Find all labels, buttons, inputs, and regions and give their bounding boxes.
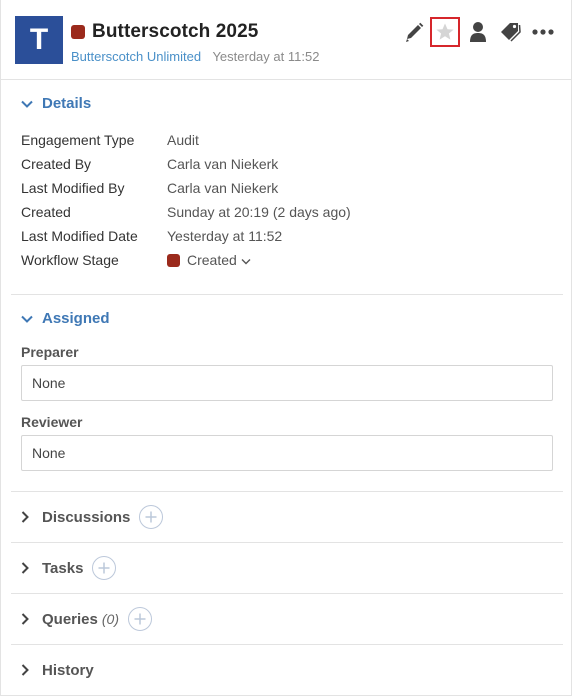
queries-count: (0) — [101, 611, 119, 627]
assigned-heading: Assigned — [42, 310, 110, 327]
add-discussion-button[interactable] — [139, 505, 164, 529]
engagement-header: T Butterscotch 2025 Butterscotch Unlimit… — [1, 0, 571, 80]
modified-timestamp: Yesterday at 11:52 — [212, 49, 320, 64]
divider — [11, 644, 563, 645]
details-heading: Details — [42, 95, 92, 112]
more-icon — [532, 29, 554, 35]
tag-icon — [501, 23, 521, 42]
more-options-button[interactable] — [528, 17, 558, 47]
detail-label: Workflow Stage — [21, 252, 119, 268]
assigned-section-toggle[interactable]: Assigned — [21, 310, 110, 327]
reviewer-field[interactable]: None — [21, 435, 553, 471]
detail-row-created: Created Sunday at 20:19 (2 days ago) — [21, 202, 351, 222]
assign-user-button[interactable] — [463, 17, 493, 47]
detail-value: Carla van Niekerk — [167, 156, 279, 172]
divider — [11, 294, 563, 295]
history-section-toggle[interactable]: History — [21, 659, 94, 681]
add-query-button[interactable] — [128, 607, 152, 631]
workflow-stage-dropdown[interactable]: Created — [167, 252, 251, 268]
queries-heading: Queries — [42, 610, 98, 628]
chevron-right-icon — [21, 664, 35, 676]
detail-value: Yesterday at 11:52 — [167, 228, 283, 244]
detail-row-engagement-type: Engagement Type Audit — [21, 130, 199, 150]
detail-label: Created — [21, 204, 71, 220]
detail-row-last-modified-by: Last Modified By Carla van Niekerk — [21, 178, 278, 198]
plus-icon — [145, 511, 157, 523]
detail-row-workflow-stage: Workflow Stage Created — [21, 250, 251, 270]
detail-label: Engagement Type — [21, 132, 135, 148]
plus-icon — [98, 562, 110, 574]
tag-button[interactable] — [495, 17, 525, 47]
tasks-heading: Tasks — [42, 559, 84, 577]
pencil-icon — [406, 22, 424, 42]
detail-value: Sunday at 20:19 (2 days ago) — [167, 204, 351, 220]
chevron-right-icon — [21, 562, 35, 574]
detail-row-last-modified-date: Last Modified Date Yesterday at 11:52 — [21, 226, 282, 246]
user-icon — [470, 22, 486, 42]
star-icon — [436, 23, 454, 40]
favorite-button[interactable] — [430, 17, 460, 47]
discussions-heading: Discussions — [42, 508, 131, 526]
engagement-panel: T Butterscotch 2025 Butterscotch Unlimit… — [0, 0, 572, 696]
tasks-section-toggle[interactable]: Tasks — [21, 556, 117, 580]
details-section-toggle[interactable]: Details — [21, 95, 91, 112]
title-row: Butterscotch 2025 — [71, 20, 258, 44]
detail-label: Last Modified Date — [21, 228, 138, 244]
chevron-down-icon — [21, 100, 35, 108]
divider — [11, 491, 563, 492]
plus-icon — [134, 613, 146, 625]
history-heading: History — [42, 661, 94, 679]
queries-section-toggle[interactable]: Queries (0) — [21, 607, 152, 631]
page-title: Butterscotch 2025 — [92, 21, 259, 42]
workflow-stage-value: Created — [187, 252, 237, 268]
stage-color-indicator — [71, 25, 85, 39]
add-task-button[interactable] — [92, 556, 117, 580]
detail-label: Created By — [21, 156, 92, 172]
chevron-down-icon — [21, 315, 35, 323]
client-link[interactable]: Butterscotch Unlimited — [71, 49, 201, 64]
detail-row-created-by: Created By Carla van Niekerk — [21, 154, 278, 174]
detail-value: Carla van Niekerk — [167, 180, 279, 196]
detail-value: Audit — [167, 132, 199, 148]
reviewer-label: Reviewer — [21, 414, 83, 430]
chevron-right-icon — [21, 511, 35, 523]
preparer-field[interactable]: None — [21, 365, 553, 401]
divider — [11, 593, 563, 594]
avatar: T — [15, 16, 63, 64]
divider — [11, 542, 563, 543]
discussions-section-toggle[interactable]: Discussions — [21, 505, 164, 529]
chevron-down-icon — [241, 258, 251, 264]
chevron-right-icon — [21, 613, 35, 625]
subtitle: Butterscotch Unlimited Yesterday at 11:5… — [71, 49, 319, 64]
detail-label: Last Modified By — [21, 180, 125, 196]
stage-color-indicator — [167, 253, 180, 267]
preparer-label: Preparer — [21, 344, 79, 360]
edit-button[interactable] — [399, 17, 429, 47]
